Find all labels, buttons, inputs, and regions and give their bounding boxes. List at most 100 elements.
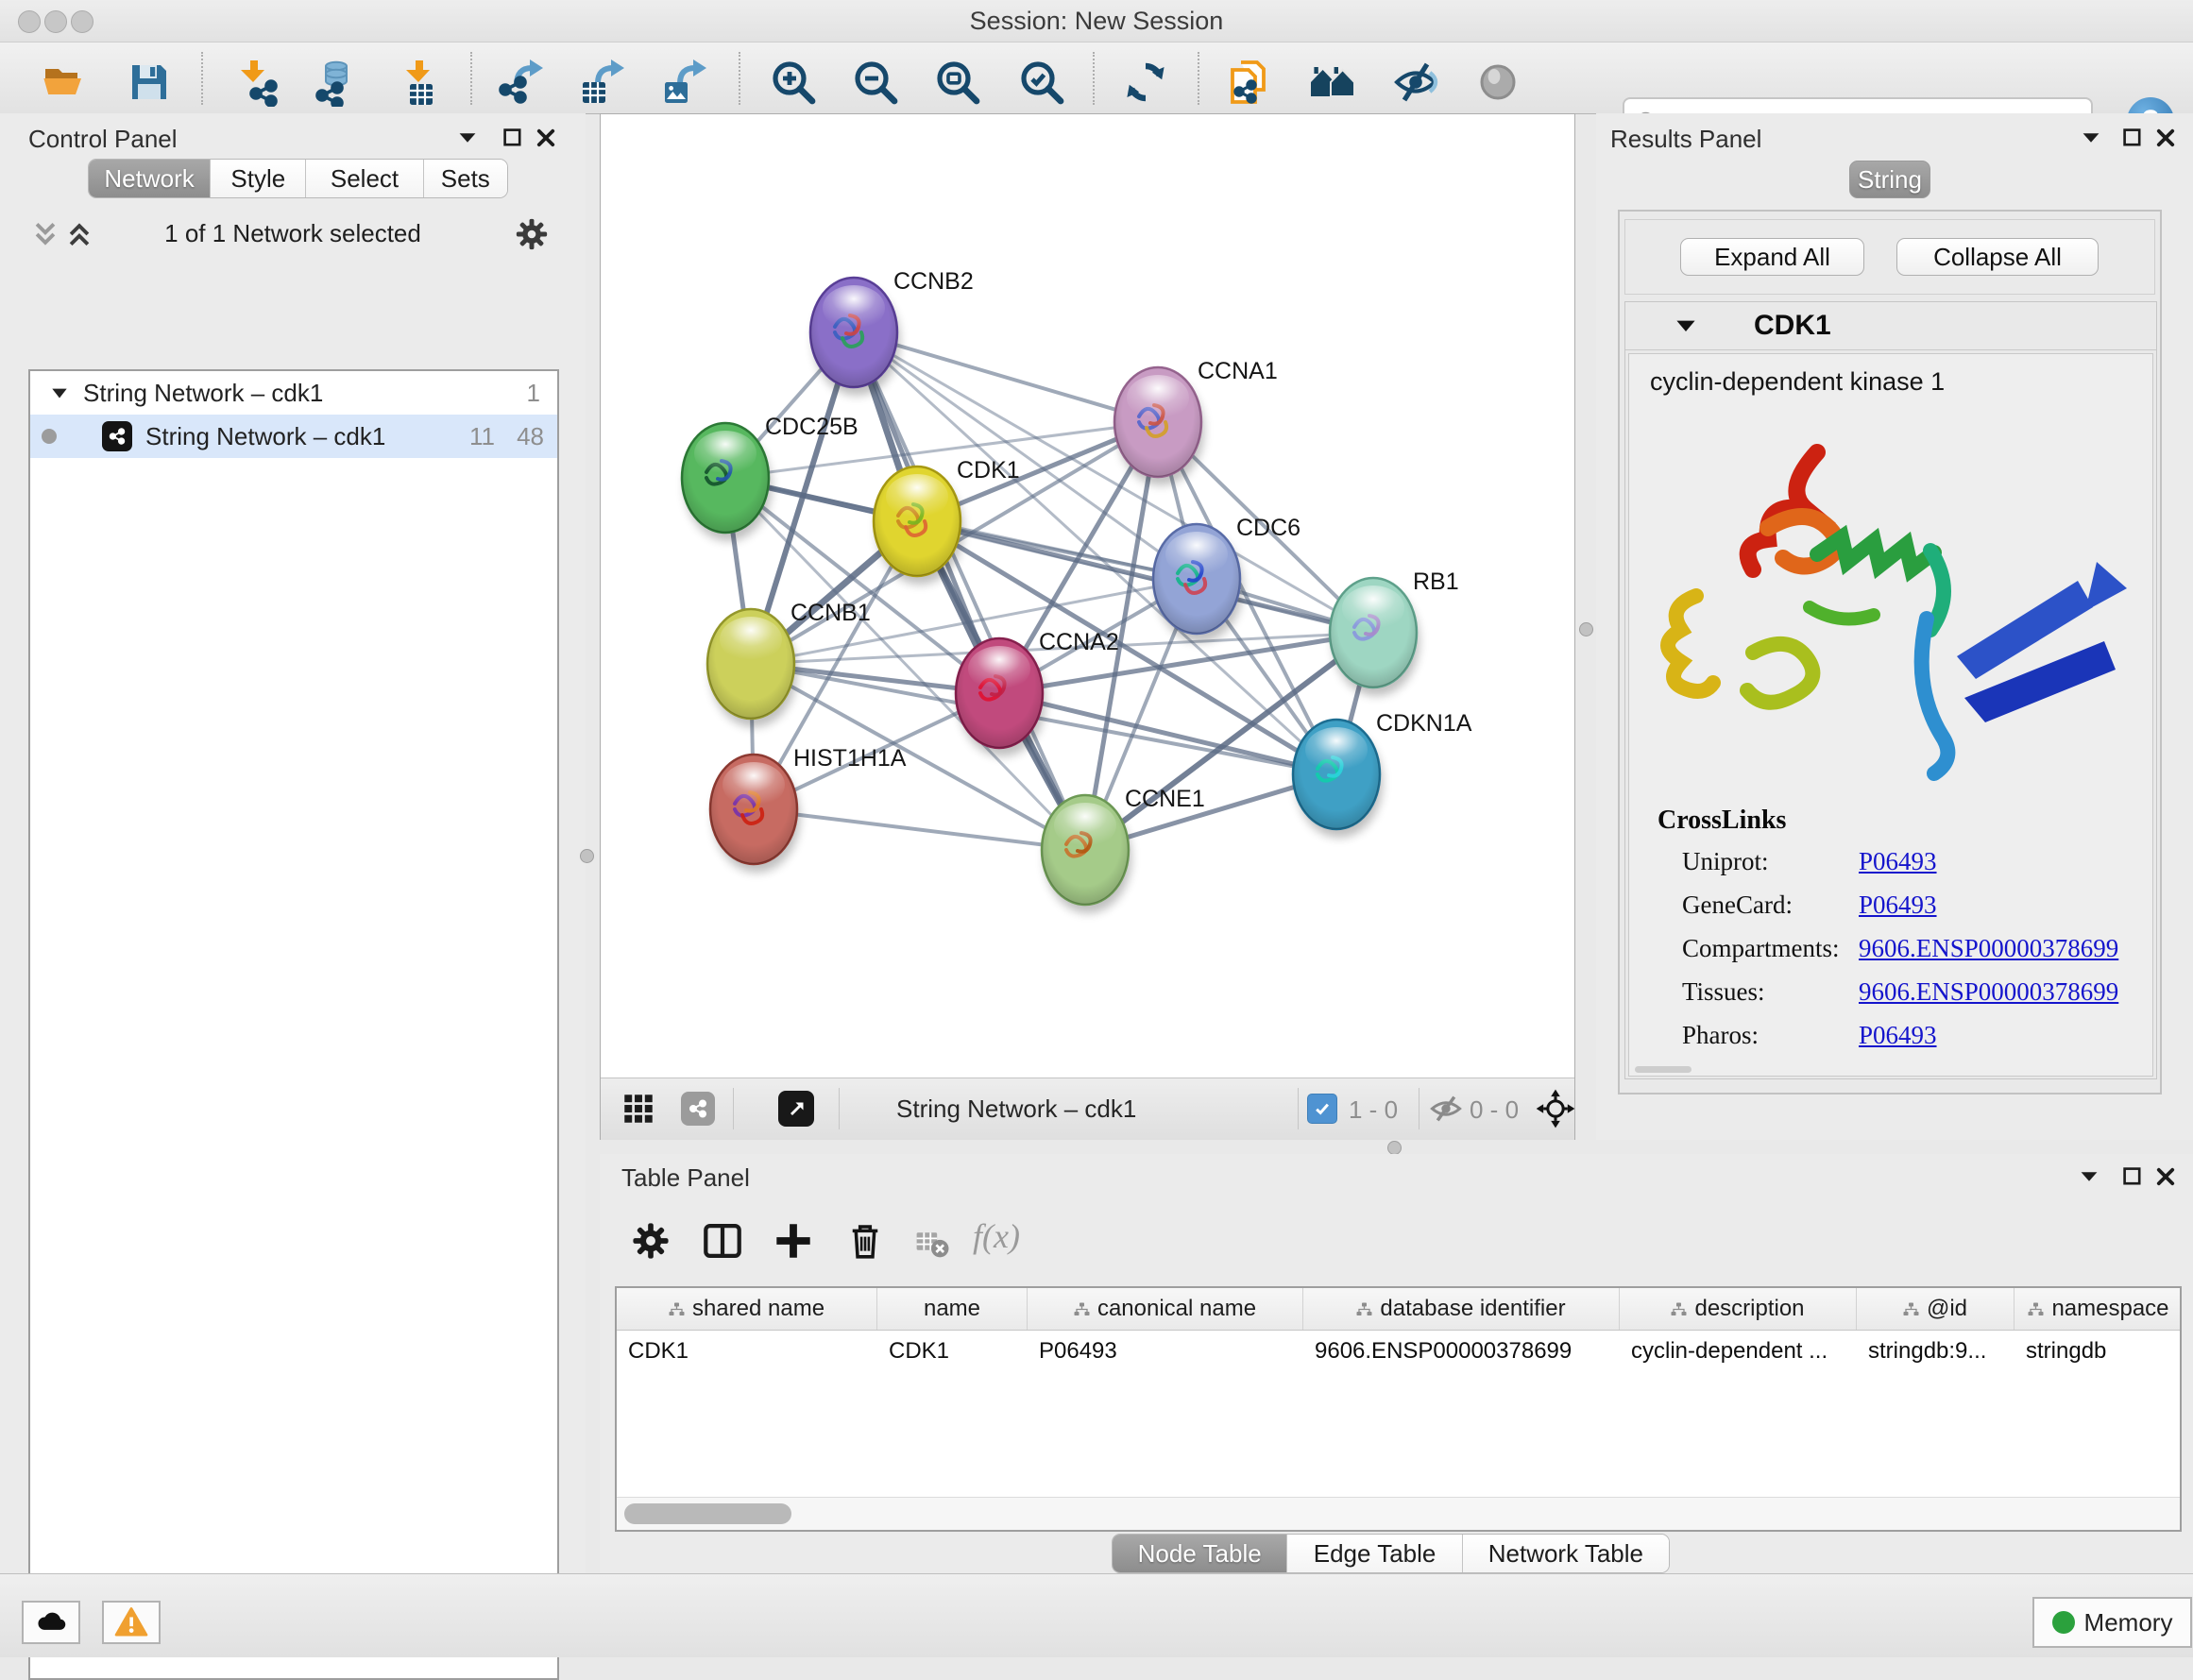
network-canvas[interactable]: CCNB2 CCNA1 CDC25BCDK1 CDC6 RB1 CCNB1 CCNA2 CDK… — [601, 114, 1574, 1078]
panel-close-icon[interactable] — [2154, 127, 2177, 149]
network-node-count: 11 — [469, 422, 495, 451]
tab-network[interactable]: Network — [89, 160, 211, 197]
panel-menu-icon[interactable] — [2080, 127, 2102, 149]
column-header-name[interactable]: name — [877, 1288, 1028, 1330]
cloud-button[interactable] — [22, 1601, 80, 1644]
window-close-button[interactable] — [18, 10, 41, 33]
crosshair-icon[interactable] — [1536, 1089, 1575, 1128]
import-network-file-icon[interactable] — [231, 58, 280, 107]
refresh-layout-icon[interactable] — [1121, 58, 1170, 107]
export-table-icon[interactable] — [577, 58, 626, 107]
gene-caret-icon[interactable] — [1674, 314, 1697, 337]
export-image-icon[interactable] — [659, 58, 708, 107]
table-cell: CDK1 — [617, 1331, 877, 1372]
column-header-database-identifier[interactable]: database identifier — [1303, 1288, 1620, 1330]
zoom-out-icon[interactable] — [851, 58, 900, 107]
node-label-HIST1H1A: HIST1H1A — [793, 745, 907, 772]
panel-menu-icon[interactable] — [456, 127, 479, 149]
panel-float-icon[interactable] — [2121, 127, 2144, 149]
panel-float-icon[interactable] — [502, 127, 524, 149]
table-hscrollbar[interactable] — [617, 1497, 2180, 1530]
zoom-in-icon[interactable] — [769, 58, 818, 107]
table-cell: 9606.ENSP00000378699 — [1303, 1331, 1620, 1372]
open-session-icon[interactable] — [40, 58, 89, 107]
vertical-splitter-grip[interactable] — [1579, 622, 1593, 636]
zoom-selected-icon[interactable] — [1017, 58, 1066, 107]
table-row[interactable]: CDK1CDK1P064939606.ENSP00000378699cyclin… — [617, 1331, 2180, 1372]
node-CDC25B[interactable]: CDC25B — [682, 414, 858, 541]
panel-float-icon[interactable] — [2121, 1165, 2144, 1188]
panel-close-icon[interactable] — [535, 127, 557, 149]
tab-select[interactable]: Select — [306, 160, 423, 197]
show-columns-icon[interactable] — [701, 1219, 744, 1263]
crosslink-link[interactable]: P06493 — [1859, 891, 1937, 920]
network-row[interactable]: String Network – cdk1 11 48 — [30, 415, 557, 458]
edge-CDK1-RB1[interactable] — [917, 521, 1373, 633]
duplicate-network-icon[interactable] — [1224, 58, 1273, 107]
column-header-shared-name[interactable]: shared name — [617, 1288, 877, 1330]
function-builder-icon[interactable]: f(x) — [973, 1216, 1020, 1256]
node-label-CDC6: CDC6 — [1236, 515, 1300, 541]
network-collection-row[interactable]: String Network – cdk1 1 — [30, 371, 557, 415]
gene-description: cyclin-dependent kinase 1 — [1650, 367, 1945, 397]
tab-network-table[interactable]: Network Table — [1463, 1535, 1669, 1572]
edge-CCNB2-CCNE1[interactable] — [854, 332, 1085, 850]
delete-table-icon[interactable] — [912, 1224, 950, 1262]
network-options-gear-icon[interactable] — [513, 215, 551, 253]
horizontal-splitter-grip[interactable] — [1387, 1141, 1402, 1155]
tab-string-label: String — [1858, 165, 1922, 195]
node-CCNA2[interactable]: CCNA2 — [956, 629, 1119, 756]
column-header-namespace[interactable]: namespace — [2014, 1288, 2182, 1330]
tab-string[interactable]: String — [1849, 161, 1930, 198]
grid-view-icon[interactable] — [622, 1093, 654, 1125]
node-CDKN1A[interactable]: CDKN1A — [1293, 710, 1472, 838]
crosslink-link[interactable]: P06493 — [1859, 1021, 1937, 1050]
share-network-icon[interactable] — [681, 1092, 715, 1126]
collapse-all-button[interactable]: Collapse All — [1896, 238, 2099, 276]
import-network-database-icon[interactable] — [311, 58, 360, 107]
node-RB1[interactable]: RB1 — [1330, 568, 1459, 696]
table-hscrollbar-thumb[interactable] — [624, 1503, 791, 1524]
tab-edge-table[interactable]: Edge Table — [1287, 1535, 1462, 1572]
hidden-eye-slash-icon[interactable] — [1428, 1091, 1464, 1127]
tab-node-table[interactable]: Node Table — [1113, 1535, 1287, 1572]
tab-style[interactable]: Style — [211, 160, 306, 197]
results-scrollbar-thumb[interactable] — [1635, 1066, 1692, 1073]
houses-icon[interactable] — [1308, 58, 1357, 107]
export-network-icon[interactable] — [496, 58, 545, 107]
vertical-splitter-grip[interactable] — [580, 849, 594, 863]
node-CCNE1[interactable]: CCNE1 — [1042, 786, 1205, 913]
node-HIST1H1A[interactable]: HIST1H1A — [710, 745, 907, 873]
column-header-canonical-name[interactable]: canonical name — [1028, 1288, 1303, 1330]
crosslink-link[interactable]: 9606.ENSP00000378699 — [1859, 977, 2118, 1007]
save-session-icon[interactable] — [125, 58, 174, 107]
memory-button[interactable]: Memory — [2032, 1597, 2192, 1648]
selected-checkbox-icon[interactable] — [1307, 1094, 1337, 1124]
crosslink-link[interactable]: 9606.ENSP00000378699 — [1859, 934, 2118, 963]
gene-section-header[interactable]: CDK1 — [1625, 302, 2156, 350]
window-minimize-button[interactable] — [44, 10, 67, 33]
zoom-fit-icon[interactable] — [933, 58, 982, 107]
crosslink-link[interactable]: P06493 — [1859, 847, 1937, 876]
delete-column-trash-icon[interactable] — [843, 1219, 887, 1263]
edge-HIST1H1A-CCNE1[interactable] — [754, 809, 1085, 850]
eye-icon[interactable] — [1473, 58, 1522, 107]
node-CDK1[interactable]: CDK1 — [874, 457, 1020, 585]
import-table-file-icon[interactable] — [397, 58, 446, 107]
eye-slash-icon[interactable] — [1391, 58, 1440, 107]
panel-close-icon[interactable] — [2154, 1165, 2177, 1188]
column-header-description[interactable]: description — [1620, 1288, 1857, 1330]
panel-menu-icon[interactable] — [2078, 1165, 2100, 1188]
table-settings-gear-icon[interactable] — [629, 1219, 672, 1263]
expand-all-button[interactable]: Expand All — [1680, 238, 1864, 276]
tab-sets[interactable]: Sets — [424, 160, 507, 197]
open-in-new-window-icon[interactable] — [778, 1091, 814, 1127]
node-CCNB2[interactable]: CCNB2 — [810, 268, 974, 396]
window-zoom-button[interactable] — [71, 10, 94, 33]
add-column-icon[interactable] — [772, 1219, 815, 1263]
warning-button[interactable] — [102, 1601, 161, 1644]
toolbar-separator — [1198, 52, 1199, 105]
node-CCNB1[interactable]: CCNB1 — [707, 600, 871, 727]
node-CCNA1[interactable]: CCNA1 — [1114, 358, 1278, 485]
column-header--id[interactable]: @id — [1857, 1288, 2014, 1330]
